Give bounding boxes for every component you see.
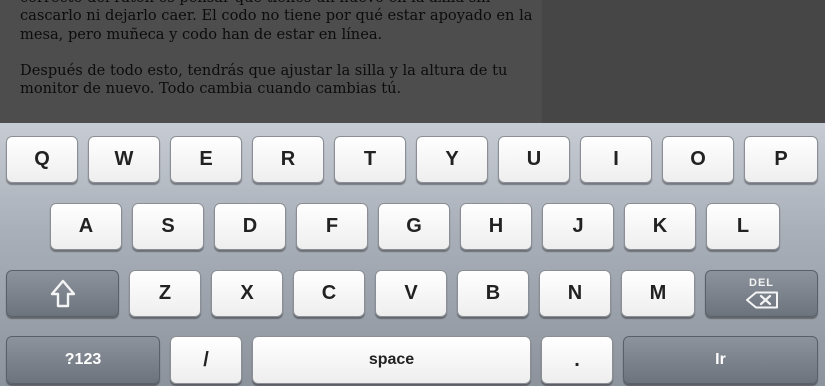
delete-key-content: DEL (745, 278, 779, 309)
key-o[interactable]: O (662, 136, 734, 183)
key-y[interactable]: Y (416, 136, 488, 183)
shift-arrow-icon (50, 279, 75, 307)
key-d[interactable]: D (214, 203, 286, 250)
document-view: correcto del ratón es pensar que tienes … (0, 0, 825, 123)
article-text: correcto del ratón es pensar que tienes … (20, 0, 540, 116)
delete-key[interactable]: DEL (705, 270, 818, 317)
paragraph: Después de todo esto, tendrás que ajusta… (20, 61, 508, 98)
key-slash[interactable]: / (170, 336, 242, 384)
key-p[interactable]: P (744, 136, 818, 183)
key-m[interactable]: M (621, 270, 695, 317)
key-b[interactable]: B (457, 270, 529, 317)
key-period[interactable]: . (541, 336, 613, 384)
key-c[interactable]: C (293, 270, 365, 317)
key-k[interactable]: K (624, 203, 696, 250)
key-s[interactable]: S (132, 203, 204, 250)
key-l[interactable]: L (706, 203, 780, 250)
key-q[interactable]: Q (6, 136, 78, 183)
key-v[interactable]: V (375, 270, 447, 317)
key-f[interactable]: F (296, 203, 368, 250)
go-key[interactable]: Ir (623, 336, 818, 384)
side-panel (542, 0, 825, 123)
key-x[interactable]: X (211, 270, 283, 317)
shift-key[interactable] (6, 270, 119, 317)
key-r[interactable]: R (252, 136, 324, 183)
key-e[interactable]: E (170, 136, 242, 183)
key-z[interactable]: Z (129, 270, 201, 317)
space-key[interactable]: space (252, 336, 531, 384)
key-t[interactable]: T (334, 136, 406, 183)
key-u[interactable]: U (498, 136, 570, 183)
key-g[interactable]: G (378, 203, 450, 250)
key-i[interactable]: I (580, 136, 652, 183)
key-w[interactable]: W (88, 136, 160, 183)
backspace-icon (745, 291, 778, 309)
symbols-key[interactable]: ?123 (6, 336, 160, 384)
paragraph: correcto del ratón es pensar que tienes … (20, 0, 533, 43)
key-h[interactable]: H (460, 203, 532, 250)
key-n[interactable]: N (539, 270, 611, 317)
delete-label: DEL (749, 277, 774, 289)
key-j[interactable]: J (542, 203, 614, 250)
key-a[interactable]: A (50, 203, 122, 250)
